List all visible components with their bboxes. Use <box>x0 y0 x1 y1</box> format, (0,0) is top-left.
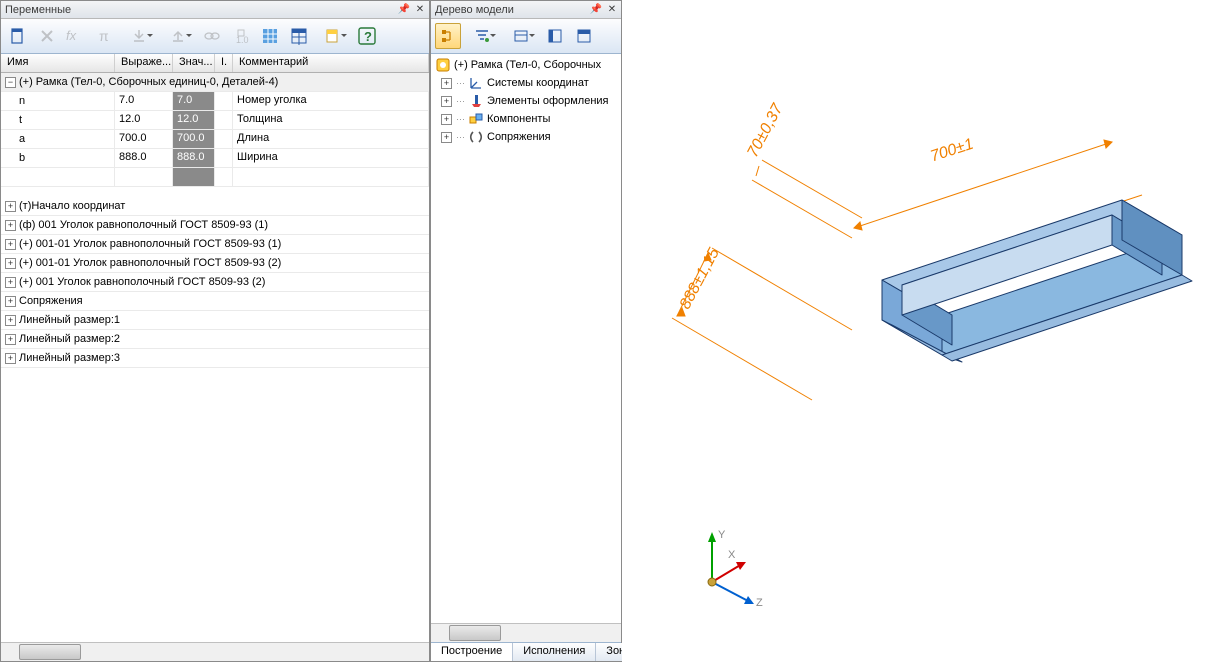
tree-row[interactable]: +(+) 001-01 Уголок равнополочный ГОСТ 85… <box>1 235 429 254</box>
expand-icon[interactable]: + <box>441 132 452 143</box>
variables-title: Переменные <box>5 4 395 16</box>
col-name[interactable]: Имя <box>1 54 115 72</box>
export-icon[interactable] <box>160 23 196 49</box>
model-tree: (+) Рамка (Тел-0, Сборочных +⋯ Системы к… <box>431 54 621 623</box>
variables-titlebar[interactable]: Переменные 📌 ✕ <box>1 1 429 19</box>
tree-item[interactable]: +⋯ Элементы оформления <box>431 92 621 110</box>
tree-view-icon[interactable] <box>435 23 461 49</box>
svg-text:Y: Y <box>718 529 726 541</box>
components-icon <box>468 111 484 127</box>
var-row[interactable]: t12.012.0Толщина <box>1 111 429 130</box>
viewport-3d[interactable]: 70±0,37 700±1 888±1,15 Y X Z <box>622 0 1231 662</box>
close-icon[interactable]: ✕ <box>413 3 427 17</box>
link-icon[interactable] <box>199 23 225 49</box>
tree-toolbar <box>431 19 621 54</box>
expand-icon[interactable]: + <box>5 220 16 231</box>
variables-toolbar: fx π 1.0 ? <box>1 19 429 54</box>
pi-icon[interactable]: π <box>92 23 118 49</box>
grid2-icon[interactable] <box>286 23 312 49</box>
help-icon[interactable]: ? <box>354 23 380 49</box>
svg-text:1.0: 1.0 <box>236 35 249 44</box>
expand-icon[interactable]: + <box>5 239 16 250</box>
expand-icon[interactable]: + <box>5 353 16 364</box>
var-row[interactable]: a700.0700.0Длина <box>1 130 429 149</box>
svg-text:X: X <box>728 549 736 561</box>
expand-icon[interactable]: + <box>5 315 16 326</box>
collapse-icon[interactable]: − <box>5 77 16 88</box>
tree-tabs: Построение Исполнения Зоны <box>431 642 621 661</box>
tree-row[interactable]: +(ф) 001 Уголок равнополочный ГОСТ 8509-… <box>1 216 429 235</box>
expand-icon[interactable]: + <box>441 78 452 89</box>
expand-icon[interactable]: + <box>441 114 452 125</box>
expand-icon[interactable]: + <box>5 296 16 307</box>
col-comment[interactable]: Комментарий <box>233 54 429 72</box>
pin-icon[interactable]: 📌 <box>397 3 411 17</box>
col-i[interactable]: I. <box>215 54 233 72</box>
tree-row[interactable]: +Линейный размер:3 <box>1 349 429 368</box>
axis-gizmo[interactable]: Y X Z <box>672 522 772 622</box>
new-var-icon[interactable] <box>5 23 31 49</box>
tree-title: Дерево модели <box>435 4 587 16</box>
tree-row[interactable]: +Линейный размер:1 <box>1 311 429 330</box>
variables-header-row: Имя Выраже... Знач... I. Комментарий <box>1 54 429 73</box>
var-row-empty[interactable] <box>1 168 429 187</box>
insert-icon[interactable] <box>121 23 157 49</box>
tree-titlebar[interactable]: Дерево модели 📌 ✕ <box>431 1 621 19</box>
expand-icon[interactable]: + <box>5 258 16 269</box>
svg-text:?: ? <box>364 29 372 44</box>
expand-icon[interactable]: + <box>5 201 16 212</box>
highlight-icon[interactable] <box>315 23 351 49</box>
variables-hscroll[interactable] <box>1 642 429 661</box>
layout2-icon[interactable] <box>571 23 597 49</box>
var-row[interactable]: b888.0888.0Ширина <box>1 149 429 168</box>
tree-row[interactable]: +Линейный размер:2 <box>1 330 429 349</box>
variables-panel: Переменные 📌 ✕ fx π 1.0 ? Имя Выраже... … <box>0 0 430 662</box>
tree-row[interactable]: +Сопряжения <box>1 292 429 311</box>
var-row[interactable]: n7.07.0Номер уголка <box>1 92 429 111</box>
tree-row[interactable]: +(т)Начало координат <box>1 197 429 216</box>
style-icon <box>468 93 484 109</box>
show-icon[interactable] <box>503 23 539 49</box>
variables-group-row[interactable]: −(+) Рамка (Тел-0, Сборочных единиц-0, Д… <box>1 73 429 92</box>
pin-icon[interactable]: 📌 <box>589 3 603 17</box>
info-icon[interactable]: 1.0 <box>228 23 254 49</box>
delete-icon[interactable] <box>34 23 60 49</box>
tab-build[interactable]: Построение <box>431 643 513 661</box>
tree-item[interactable]: +⋯ Системы координат <box>431 74 621 92</box>
svg-text:Z: Z <box>756 597 763 609</box>
expand-icon[interactable]: + <box>5 277 16 288</box>
col-expr[interactable]: Выраже... <box>115 54 173 72</box>
tree-item[interactable]: +⋯ Сопряжения <box>431 128 621 146</box>
variables-body: −(+) Рамка (Тел-0, Сборочных единиц-0, Д… <box>1 73 429 642</box>
tree-hscroll[interactable] <box>431 623 621 642</box>
mates-icon <box>468 129 484 145</box>
tree-row[interactable]: +(+) 001-01 Уголок равнополочный ГОСТ 85… <box>1 254 429 273</box>
svg-text:π: π <box>99 28 109 44</box>
grid1-icon[interactable] <box>257 23 283 49</box>
col-val[interactable]: Знач... <box>173 54 215 72</box>
svg-text:fx: fx <box>66 28 77 43</box>
tree-item[interactable]: +⋯ Компоненты <box>431 110 621 128</box>
coord-icon <box>468 75 484 91</box>
tree-row[interactable]: +(+) 001 Уголок равнополочный ГОСТ 8509-… <box>1 273 429 292</box>
expand-icon[interactable]: + <box>5 334 16 345</box>
tab-exec[interactable]: Исполнения <box>513 643 596 661</box>
close-icon[interactable]: ✕ <box>605 3 619 17</box>
fx-icon[interactable]: fx <box>63 23 89 49</box>
layout1-icon[interactable] <box>542 23 568 49</box>
filter-icon[interactable] <box>464 23 500 49</box>
model-tree-panel: Дерево модели 📌 ✕ (+) Рамка (Тел-0, Сбор… <box>430 0 622 662</box>
tree-root[interactable]: (+) Рамка (Тел-0, Сборочных <box>431 56 621 74</box>
expand-icon[interactable]: + <box>441 96 452 107</box>
assembly-icon <box>435 57 451 73</box>
